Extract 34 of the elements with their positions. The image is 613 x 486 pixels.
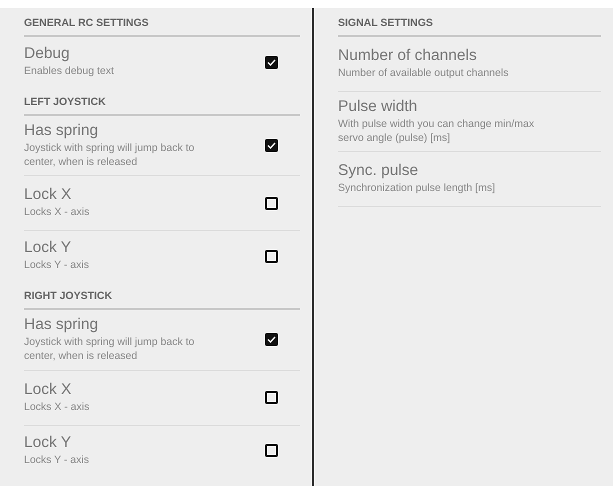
check-icon (267, 336, 276, 344)
section-header: SIGNAL SETTINGS (338, 8, 601, 37)
section-header: GENERAL RC SETTINGS (24, 8, 300, 37)
setting-summary: Joystick with spring will jump back to center, when is released (24, 336, 196, 364)
setting-title: Lock X (24, 186, 72, 204)
setting-title: Sync. pulse (338, 162, 420, 180)
setting-summary: Number of available output channels (338, 67, 510, 81)
checkbox[interactable] (265, 444, 278, 458)
setting-summary: With pulse width you can change min/max servo angle (pulse) [ms] (338, 118, 536, 146)
setting-title: Pulse width (338, 98, 418, 116)
checkbox[interactable] (265, 196, 278, 210)
setting-title: Lock Y (24, 434, 72, 452)
setting-summary: Locks Y - axis (24, 454, 90, 468)
checkbox[interactable] (265, 56, 278, 68)
setting-summary: Synchronization pulse length [ms] (338, 182, 496, 196)
checkbox[interactable] (265, 139, 278, 152)
setting-title: Has spring (24, 122, 100, 140)
setting-title: Lock X (24, 380, 72, 399)
setting-title: Has spring (24, 316, 100, 334)
check-icon (267, 142, 276, 150)
check-icon (267, 58, 276, 66)
setting-summary: Locks X - axis (24, 400, 90, 414)
checkbox[interactable] (265, 391, 278, 404)
section-header: RIGHT JOYSTICK (24, 281, 300, 310)
setting-title: Number of channels (338, 47, 478, 66)
setting-summary: Locks Y - axis (24, 259, 90, 274)
checkbox[interactable] (265, 333, 278, 346)
section-header: LEFT JOYSTICK (24, 87, 300, 116)
setting-title: Debug (24, 45, 71, 64)
checkbox[interactable] (265, 250, 278, 263)
setting-title: Lock Y (24, 239, 72, 258)
setting-summary: Enables debug text (24, 65, 115, 79)
setting-summary: Locks X - axis (24, 206, 90, 220)
setting-summary: Joystick with spring will jump back to center, when is released (24, 142, 196, 170)
